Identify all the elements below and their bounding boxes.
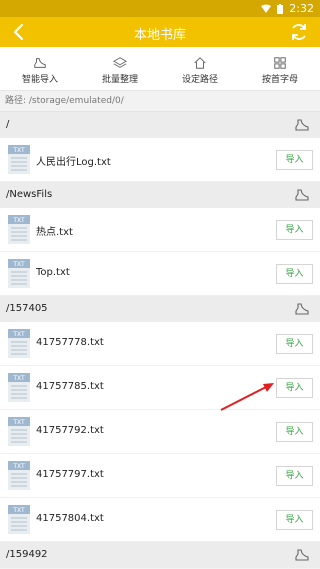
by-initial-button[interactable]: 按首字母 [240,47,320,90]
path-label: 路径: /storage/emulated/0/ [0,91,320,112]
batch-organize-button[interactable]: 批量整理 [80,47,160,90]
file-row[interactable]: TXT 热点.txt 导入 [0,208,320,252]
section-header[interactable]: /NewsFils [0,182,320,208]
import-button[interactable]: 导入 [276,264,313,284]
file-row[interactable]: TXT 41757778.txt 导入 [0,322,320,366]
txt-file-icon: TXT [8,215,30,244]
home-icon [194,57,206,69]
shoe-icon[interactable] [294,118,310,132]
batch-organize-label: 批量整理 [101,75,138,85]
section-header[interactable]: /157405 [0,296,320,322]
battery-icon [277,3,284,14]
section-title: /NewsFils [6,189,53,200]
section-title: /157405 [6,303,48,314]
txt-badge: TXT [12,419,25,426]
page-title: 本地书库 [133,28,186,43]
txt-file-icon: TXT [8,145,30,174]
file-row[interactable]: TXT 41757792.txt 导入 [0,410,320,454]
txt-file-icon: TXT [8,329,30,358]
file-name: 41757785.txt [36,381,104,392]
file-row[interactable]: TXT 人民出行Log.txt 导入 [0,138,320,182]
txt-badge: TXT [12,375,25,382]
import-button[interactable]: 导入 [276,510,313,530]
set-path-label: 设定路径 [181,75,218,85]
file-name: Top.txt [36,267,70,278]
txt-badge: TXT [12,331,25,338]
file-name: 人民出行Log.txt [36,157,111,168]
status-time: 2:32 [289,2,314,15]
txt-badge: TXT [12,217,25,224]
section-header[interactable]: / [0,112,320,138]
shoe-icon [34,58,46,68]
txt-badge: TXT [12,147,25,154]
import-button[interactable]: 导入 [276,150,313,170]
import-button[interactable]: 导入 [276,422,313,442]
import-button[interactable]: 导入 [276,334,313,354]
toolbar: 智能导入 批量整理 设定路径 按首字母 [0,47,320,91]
smart-import-button[interactable]: 智能导入 [0,47,80,90]
file-row[interactable]: TXT Top.txt 导入 [0,252,320,296]
file-name: 41757797.txt [36,469,104,480]
file-row[interactable]: TXT 41757804.txt 导入 [0,498,320,542]
txt-badge: TXT [12,507,25,514]
status-bar: 2:32 [0,0,320,17]
by-initial-label: 按首字母 [261,75,298,85]
import-button[interactable]: 导入 [276,466,313,486]
file-name: 41757804.txt [36,513,104,524]
wifi-icon [261,4,272,13]
set-path-button[interactable]: 设定路径 [160,47,240,90]
shoe-icon[interactable] [294,548,310,562]
txt-file-icon: TXT [8,505,30,534]
file-name: 41757792.txt [36,425,104,436]
file-name: 41757778.txt [36,337,104,348]
section-title: / [6,119,10,130]
import-button[interactable]: 导入 [276,220,313,240]
shoe-icon[interactable] [294,188,310,202]
txt-file-icon: TXT [8,373,30,402]
txt-badge: TXT [12,463,25,470]
txt-file-icon: TXT [8,259,30,288]
smart-import-label: 智能导入 [21,75,58,85]
txt-file-icon: TXT [8,461,30,490]
annotation-arrow [220,383,274,411]
txt-file-icon: TXT [8,417,30,446]
file-name: 热点.txt [36,227,73,238]
txt-badge: TXT [12,261,25,268]
refresh-icon[interactable] [288,21,310,43]
app-header: 本地书库 [0,17,320,47]
shoe-icon[interactable] [294,302,310,316]
section-header[interactable]: /159492 [0,542,320,568]
import-button[interactable]: 导入 [276,378,313,398]
file-row[interactable]: TXT 41757797.txt 导入 [0,454,320,498]
grid-icon [274,57,286,69]
layers-icon [113,57,127,68]
section-title: /159492 [6,549,48,560]
